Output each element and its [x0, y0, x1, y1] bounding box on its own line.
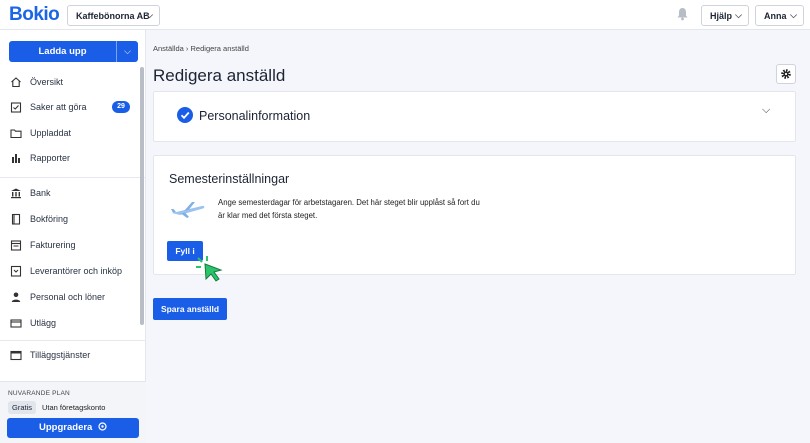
vacation-settings-card: Semesterinställningar Ange semesterdagar…	[153, 155, 796, 275]
page-title: Redigera anställd	[153, 66, 286, 85]
save-employee-button[interactable]: Spara anställd	[153, 298, 227, 320]
company-selector[interactable]: Kaffebönorna AB ⌵	[67, 5, 160, 26]
sidebar-divider	[0, 177, 146, 178]
sidebar-item-overview[interactable]: Översikt	[0, 73, 146, 93]
sidebar-item-label: Översikt	[30, 77, 64, 87]
sidebar-item-label: Saker att göra	[30, 102, 87, 112]
chevron-down-icon: ⌵	[790, 10, 797, 20]
chevron-down-icon[interactable]: ⌵	[762, 104, 770, 117]
home-icon	[11, 77, 21, 88]
company-name: Kaffebönorna AB	[76, 11, 150, 21]
inbox-icon	[10, 265, 22, 277]
sidebar-scrollbar[interactable]	[140, 67, 144, 325]
sidebar-item-label: Utlägg	[30, 318, 57, 328]
sidebar-item-bookkeeping[interactable]: Bokföring	[0, 210, 146, 230]
sidebar-item-label: Fakturering	[30, 240, 76, 250]
bell-icon[interactable]	[676, 7, 689, 21]
vacation-settings-description: Ange semesterdagar för arbetstagaren. De…	[218, 196, 508, 222]
plan-heading: NUVARANDE PLAN	[8, 390, 70, 397]
plan-name-badge: Gratis	[8, 401, 37, 414]
bank-icon	[11, 188, 21, 199]
user-label: Anna	[764, 11, 787, 21]
sidebar-divider	[0, 340, 146, 341]
sidebar-item-label: Tilläggstjänster	[30, 350, 91, 360]
sidebar-item-services[interactable]: Tilläggstjänster	[0, 346, 146, 366]
airplane-icon	[171, 202, 205, 218]
sidebar-item-suppliers[interactable]: Leverantörer och inköp	[0, 262, 146, 282]
sidebar-item-label: Leverantörer och inköp	[30, 266, 123, 276]
help-button[interactable]: Hjälp ⌵	[701, 5, 749, 26]
checklist-icon	[10, 102, 22, 113]
vacation-description-line2: är klar med det första steget.	[218, 211, 318, 220]
plan-description: Utan företagskonto	[42, 403, 106, 412]
completed-check-icon	[177, 107, 193, 123]
chevron-down-icon: ⌵	[735, 10, 742, 20]
top-bar: Bokio Kaffebönorna AB ⌵ Hjälp ⌵ Anna ⌵	[0, 0, 810, 30]
bokio-logo[interactable]: Bokio	[9, 4, 60, 26]
chevron-down-icon: ⌵	[146, 10, 153, 20]
personal-info-title: Personalinformation	[199, 109, 311, 123]
sidebar: Ladda upp ⌵ Översikt Saker att göra 29 U…	[0, 30, 146, 443]
help-label: Hjälp	[710, 11, 733, 21]
rocket-icon	[98, 422, 107, 431]
card-icon	[10, 319, 22, 328]
sidebar-item-label: Bank	[30, 188, 51, 198]
current-plan-panel: NUVARANDE PLAN Gratis Utan företagskonto…	[0, 381, 146, 443]
todo-count-badge: 29	[112, 101, 130, 113]
sidebar-item-uploaded[interactable]: Uppladdat	[0, 124, 146, 144]
sidebar-item-expenses[interactable]: Utlägg	[0, 314, 146, 334]
sidebar-item-label: Rapporter	[30, 153, 71, 163]
person-icon	[11, 292, 21, 302]
personal-info-card[interactable]: Personalinformation ⌵	[153, 91, 796, 142]
upgrade-button[interactable]: Uppgradera	[7, 418, 139, 438]
upload-button-group: Ladda upp ⌵	[9, 41, 138, 62]
sidebar-item-label: Bokföring	[30, 214, 69, 224]
upgrade-label: Uppgradera	[39, 422, 93, 433]
sidebar-item-payroll[interactable]: Personal och löner	[0, 288, 146, 308]
upload-dropdown-button[interactable]: ⌵	[117, 41, 138, 62]
sidebar-item-bank[interactable]: Bank	[0, 184, 146, 204]
settings-button[interactable]	[776, 64, 796, 84]
sidebar-item-label: Uppladdat	[30, 128, 72, 138]
book-icon	[11, 213, 21, 225]
folder-icon	[10, 129, 22, 139]
vacation-settings-title: Semesterinställningar	[169, 172, 290, 186]
pointer-cursor-icon	[196, 256, 223, 282]
bar-chart-icon	[12, 154, 20, 163]
sidebar-item-invoicing[interactable]: Fakturering	[0, 236, 146, 256]
sidebar-item-label: Personal och löner	[30, 292, 106, 302]
user-menu-button[interactable]: Anna ⌵	[755, 5, 804, 26]
sidebar-item-todo[interactable]: Saker att göra 29	[0, 98, 146, 118]
gear-icon	[781, 69, 791, 79]
invoice-icon	[10, 240, 22, 251]
vacation-description-line1: Ange semesterdagar för arbetstagaren. De…	[218, 198, 480, 207]
upload-button[interactable]: Ladda upp	[9, 46, 116, 57]
sidebar-item-reports[interactable]: Rapporter	[0, 149, 146, 169]
services-icon	[10, 350, 22, 361]
breadcrumb[interactable]: Anställda › Redigera anställd	[153, 44, 249, 53]
